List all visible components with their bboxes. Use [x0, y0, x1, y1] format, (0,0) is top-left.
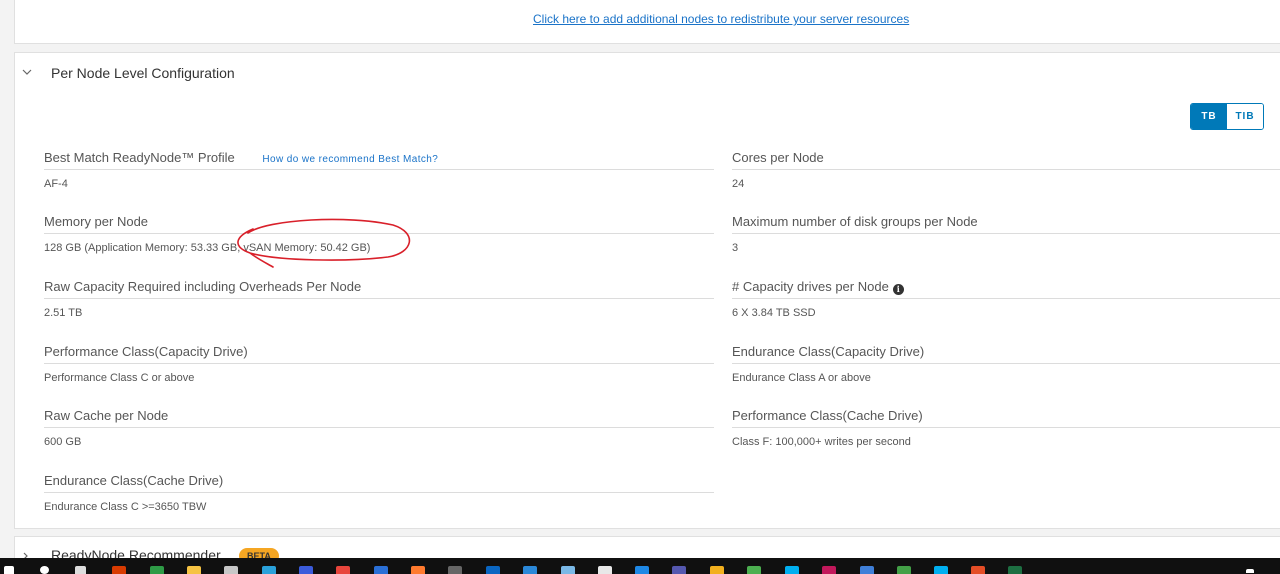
taskbar-app-icon[interactable] — [150, 566, 164, 574]
raw-cache-value: 600 GB — [44, 436, 82, 448]
performance-class-cache-label: Performance Class(Cache Drive) — [732, 408, 1280, 428]
memory-per-node-label: Memory per Node — [44, 214, 714, 234]
start-icon[interactable] — [4, 566, 14, 574]
outlook-icon[interactable] — [486, 566, 500, 574]
memory-per-node-field: Memory per Node 128 GB (Application Memo… — [44, 214, 714, 254]
taskbar-app-icon[interactable] — [971, 566, 985, 574]
best-match-help-link[interactable]: How do we recommend Best Match? — [262, 154, 438, 165]
cores-per-node-value: 24 — [732, 178, 745, 190]
add-nodes-link[interactable]: Click here to add additional nodes to re… — [533, 12, 909, 26]
memory-per-node-value: 128 GB (Application Memory: 53.33 GB, vS… — [44, 242, 371, 254]
taskbar-app-icon[interactable] — [448, 566, 462, 574]
taskbar-app-icon[interactable] — [598, 566, 612, 574]
task-view-icon[interactable] — [75, 566, 86, 574]
taskbar-app-icon[interactable] — [860, 566, 874, 574]
raw-capacity-value: 2.51 TB — [44, 307, 83, 319]
taskbar-app-icon[interactable] — [374, 566, 388, 574]
endurance-class-cache-field: Endurance Class(Cache Drive) Endurance C… — [44, 473, 714, 513]
folder-icon[interactable] — [187, 566, 201, 574]
taskbar-app-icon[interactable] — [710, 566, 724, 574]
taskbar-app-icon[interactable] — [635, 566, 649, 574]
chevron-down-icon[interactable] — [21, 66, 33, 78]
teams-icon[interactable] — [672, 566, 686, 574]
raw-capacity-field: Raw Capacity Required including Overhead… — [44, 279, 714, 319]
taskbar-app-icon[interactable] — [299, 566, 313, 574]
raw-cache-label: Raw Cache per Node — [44, 408, 714, 428]
unit-toggle: TB TIB — [1190, 103, 1264, 130]
cores-per-node-field: Cores per Node 24 — [732, 150, 1280, 190]
telegram-icon[interactable] — [262, 566, 276, 574]
raw-capacity-label: Raw Capacity Required including Overhead… — [44, 279, 714, 299]
endurance-class-capacity-value: Endurance Class A or above — [732, 372, 871, 384]
disk-groups-value: 3 — [732, 242, 739, 254]
unit-tb-button[interactable]: TB — [1191, 104, 1227, 129]
capacity-drives-field: # Capacity drives per Node i 6 X 3.84 TB … — [732, 279, 1280, 319]
performance-class-cache-field: Performance Class(Cache Drive) Class F: … — [732, 408, 1280, 448]
raw-cache-field: Raw Cache per Node 600 GB — [44, 408, 714, 448]
capacity-drives-label: # Capacity drives per Node — [732, 279, 889, 294]
firefox-icon[interactable] — [411, 566, 425, 574]
cores-per-node-label: Cores per Node — [732, 150, 1280, 170]
section-title[interactable]: Per Node Level Configuration — [51, 65, 235, 81]
skype-icon[interactable] — [785, 566, 799, 574]
unit-tib-button[interactable]: TIB — [1227, 104, 1263, 129]
disk-groups-label: Maximum number of disk groups per Node — [732, 214, 1280, 234]
taskbar-app-icon[interactable] — [747, 566, 761, 574]
taskbar-app-icon[interactable] — [822, 566, 836, 574]
taskbar-app-icon[interactable] — [224, 566, 238, 574]
taskbar-app-icon[interactable] — [112, 566, 126, 574]
taskbar-app-icon[interactable] — [561, 566, 575, 574]
skype-icon[interactable] — [934, 566, 948, 574]
search-icon[interactable] — [40, 566, 49, 574]
capacity-drives-value: 6 X 3.84 TB SSD — [732, 307, 816, 319]
best-match-profile-label: Best Match ReadyNode™ Profile — [44, 150, 235, 165]
excel-icon[interactable] — [1008, 566, 1022, 574]
endurance-class-capacity-label: Endurance Class(Capacity Drive) — [732, 344, 1280, 364]
performance-class-capacity-value: Performance Class C or above — [44, 372, 195, 384]
endurance-class-capacity-field: Endurance Class(Capacity Drive) Enduranc… — [732, 344, 1280, 384]
chevron-up-icon[interactable] — [1246, 569, 1254, 573]
chrome-icon[interactable] — [336, 566, 350, 574]
taskbar-app-icon[interactable] — [523, 566, 537, 574]
performance-class-capacity-label: Performance Class(Capacity Drive) — [44, 344, 714, 364]
taskbar — [0, 558, 1280, 574]
endurance-class-cache-label: Endurance Class(Cache Drive) — [44, 473, 714, 493]
taskbar-app-icon[interactable] — [897, 566, 911, 574]
disk-groups-field: Maximum number of disk groups per Node 3 — [732, 214, 1280, 254]
info-circle-icon[interactable]: i — [892, 284, 904, 295]
best-match-profile-value: AF-4 — [44, 178, 68, 190]
endurance-class-cache-value: Endurance Class C >=3650 TBW — [44, 501, 207, 513]
performance-class-capacity-field: Performance Class(Capacity Drive) Perfor… — [44, 344, 714, 384]
performance-class-cache-value: Class F: 100,000+ writes per second — [732, 436, 911, 448]
best-match-profile-field: Best Match ReadyNode™ Profile How do we … — [44, 150, 714, 190]
